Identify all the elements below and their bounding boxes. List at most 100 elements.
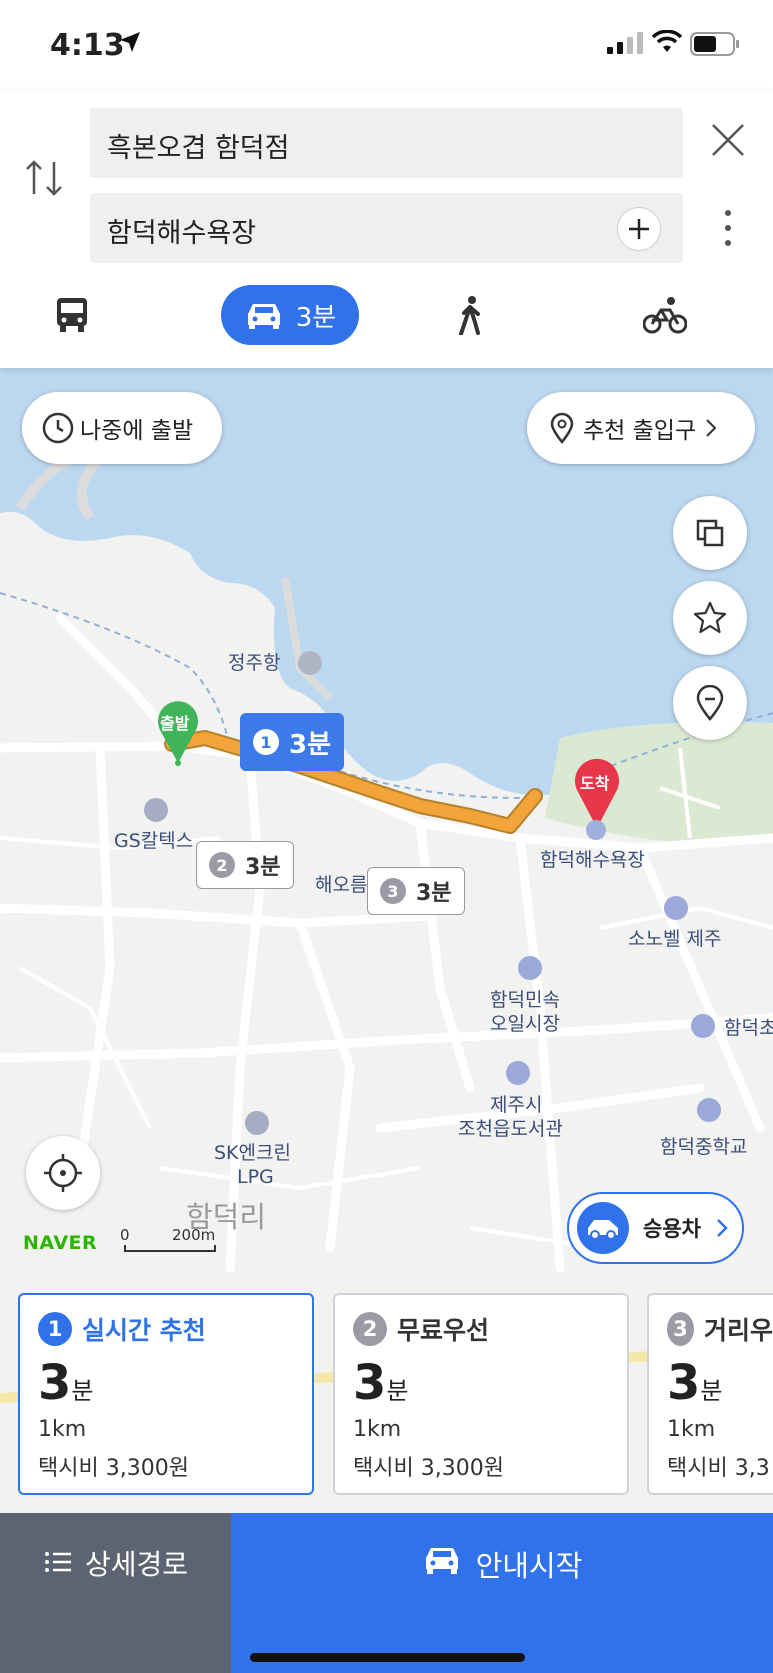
current-location-button[interactable] (26, 1136, 100, 1210)
tab-car[interactable]: 3분 (221, 285, 359, 345)
place-label-lpg-line2[interactable]: LPG (237, 1165, 274, 1189)
place-label-library-line1[interactable]: 제주시 (490, 1093, 542, 1117)
recommended-entrance-label: 추천 출입구 (583, 418, 697, 444)
close-icon[interactable] (710, 122, 746, 158)
place-label-library-line2[interactable]: 조천읍도서관 (458, 1117, 563, 1141)
route-card-header: 1 실시간 추천 (38, 1311, 312, 1347)
layers-icon (696, 519, 724, 547)
place-label-beach[interactable]: 함덕해수욕장 (540, 848, 645, 872)
place-label-haeoreum[interactable]: 해오름 (315, 873, 367, 897)
car-icon (425, 1548, 458, 1574)
layers-button[interactable] (673, 496, 747, 570)
route-number-badge: 2 (353, 1312, 387, 1346)
route-distance: 1km (353, 1417, 402, 1442)
destination-text: 함덕해수욕장 (107, 218, 257, 249)
status-bar: 4:13 (0, 0, 773, 90)
route-details-label: 상세경로 (84, 1548, 189, 1581)
car-icon-wrap (577, 1202, 629, 1254)
status-time: 4:13 (50, 28, 125, 63)
bottom-action-bar: 상세경로 안내시작 (0, 1513, 773, 1673)
route-fare: 택시비 3,3 (667, 1456, 770, 1481)
car-eta: 3분 (295, 302, 337, 333)
chevron-right-icon (717, 1219, 728, 1237)
route-distance: 1km (667, 1417, 716, 1442)
scale-distance: 200m (172, 1226, 216, 1244)
depart-later-label: 나중에 출발 (80, 418, 194, 444)
route-eta: 3분 (38, 1355, 94, 1411)
naver-logo: NAVER (23, 1232, 98, 1254)
place-label-sonobell[interactable]: 소노벨 제주 (628, 927, 721, 951)
add-waypoint-button[interactable] (617, 207, 661, 251)
route-tag-1[interactable]: 1 3분 (240, 713, 345, 771)
place-label-lpg-line1[interactable]: SK엔크린 (214, 1141, 291, 1165)
route-card-header: 3 거리우 (667, 1311, 773, 1347)
route-search-panel: 흑본오겹 함덕점 함덕해수욕장 3분 (0, 90, 773, 368)
location-pin-icon (550, 412, 574, 444)
swap-icon[interactable] (24, 156, 64, 200)
car-icon (588, 1220, 618, 1240)
route-card-header: 2 무료우선 (353, 1311, 627, 1347)
route-tag-number: 3 (380, 878, 406, 904)
origin-field[interactable]: 흑본오겹 함덕점 (90, 108, 683, 178)
place-label-market-line2[interactable]: 오일시장 (490, 1012, 560, 1036)
route-eta: 3분 (353, 1355, 409, 1411)
tab-walk[interactable] (456, 285, 486, 345)
place-label-port[interactable]: 정주항 (228, 651, 280, 675)
destination-field[interactable]: 함덕해수욕장 (90, 193, 683, 263)
place-label-gas-station[interactable]: GS칼텍스 (114, 829, 193, 853)
route-eta: 3분 (667, 1355, 723, 1411)
star-icon (693, 601, 727, 634)
scale-zero: 0 (120, 1226, 130, 1244)
start-navigation-button[interactable]: 안내시작 (231, 1513, 773, 1673)
tab-transit[interactable] (50, 285, 94, 345)
walking-icon (459, 296, 480, 335)
route-details-button[interactable]: 상세경로 (0, 1513, 231, 1673)
route-tag-eta: 3분 (245, 855, 281, 880)
bus-icon (57, 298, 87, 332)
clock-icon (42, 412, 74, 444)
route-name: 실시간 추천 (82, 1316, 206, 1345)
depart-later-button[interactable]: 나중에 출발 (22, 392, 222, 464)
home-indicator[interactable] (250, 1653, 525, 1662)
route-tag-number: 1 (253, 729, 279, 755)
place-label-middle-school[interactable]: 함덕중학교 (660, 1135, 747, 1159)
place-label-market-line1[interactable]: 함덕민속 (490, 988, 560, 1012)
route-tag-3[interactable]: 3 3분 (367, 867, 465, 915)
end-marker-label: 도착 (580, 774, 610, 793)
route-card-2[interactable]: 2 무료우선 3분 1km 택시비 3,300원 (333, 1293, 629, 1495)
route-tag-2[interactable]: 2 3분 (196, 841, 294, 889)
map-pin-icon (696, 685, 724, 721)
more-vertical-icon[interactable] (720, 208, 736, 248)
route-tag-eta: 3분 (289, 729, 332, 760)
route-number-badge: 3 (667, 1312, 694, 1346)
battery-icon (690, 32, 739, 56)
plus-icon (629, 219, 649, 239)
transport-mode-tabs: 3분 (0, 285, 773, 345)
favorite-button[interactable] (673, 581, 747, 655)
route-card-3[interactable]: 3 거리우 3분 1km 택시비 3,3 (647, 1293, 773, 1495)
route-name: 거리우 (703, 1316, 773, 1345)
chevron-right-icon (706, 419, 717, 437)
start-marker-label: 출발 (160, 714, 190, 733)
cellular-signal-icon (607, 32, 643, 54)
route-card-1[interactable]: 1 실시간 추천 3분 1km 택시비 3,300원 (18, 1293, 314, 1495)
bicycle-icon (643, 297, 687, 334)
place-label-hamdeok-cho[interactable]: 함덕초 (724, 1016, 773, 1040)
crosshair-icon (44, 1154, 82, 1192)
tab-bicycle[interactable] (640, 285, 690, 345)
list-icon (44, 1552, 71, 1572)
place-pin-button[interactable] (673, 666, 747, 740)
route-name: 무료우선 (397, 1316, 490, 1345)
recommended-entrance-button[interactable]: 추천 출입구 (527, 392, 755, 464)
route-fare: 택시비 3,300원 (353, 1456, 504, 1481)
route-distance: 1km (38, 1417, 87, 1442)
wifi-icon (652, 30, 682, 52)
car-icon (247, 304, 280, 329)
route-number-badge: 1 (38, 1312, 72, 1346)
vehicle-type-button[interactable]: 승용차 (567, 1192, 744, 1264)
route-fare: 택시비 3,300원 (38, 1456, 189, 1481)
route-tag-number: 2 (209, 852, 235, 878)
vehicle-type-label: 승용차 (643, 1217, 701, 1241)
location-arrow-icon (120, 32, 140, 52)
route-tag-eta: 3분 (416, 881, 452, 906)
